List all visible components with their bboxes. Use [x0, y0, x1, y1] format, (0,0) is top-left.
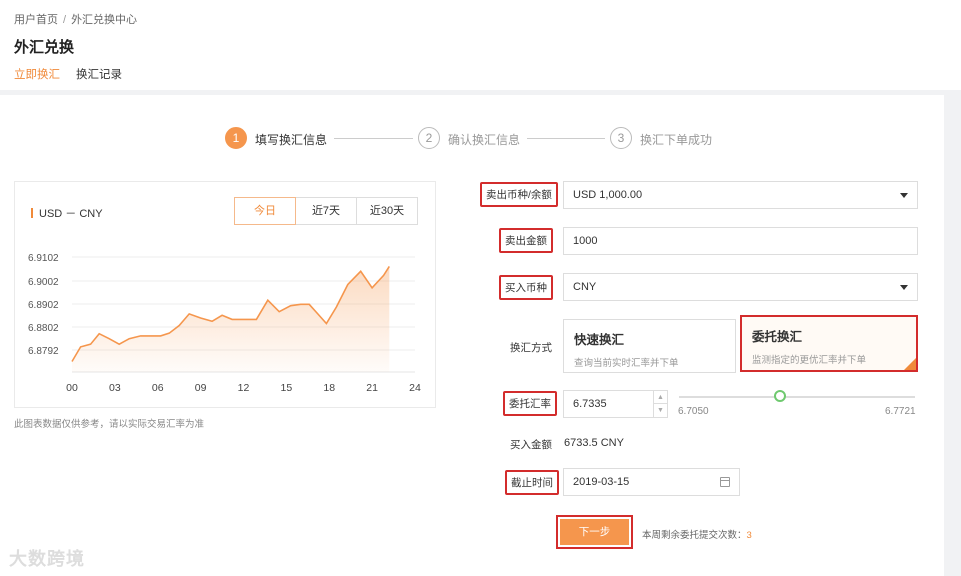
x-tick-label: 09 — [195, 382, 207, 394]
next-step-button[interactable]: 下一步 — [560, 519, 629, 545]
deadline-label: 截止时间 — [505, 470, 559, 495]
buy-currency-value: CNY — [573, 281, 597, 293]
stepper-buttons: ▲ ▼ — [653, 391, 667, 417]
x-tick-label: 21 — [366, 382, 378, 394]
chart-disclaimer: 此图表数据仅供参考，请以实际交易汇率为准 — [14, 419, 205, 430]
rate-slider-track[interactable] — [679, 396, 915, 398]
buy-currency-label: 买入币种 — [499, 275, 553, 300]
x-tick-label: 18 — [323, 382, 335, 394]
buy-currency-select[interactable]: CNY — [563, 273, 918, 301]
sell-currency-value: USD 1,000.00 — [573, 189, 643, 201]
x-tick-label: 24 — [409, 382, 421, 394]
breadcrumb-home[interactable]: 用户首页 — [14, 14, 58, 26]
step-1-label: 填写换汇信息 — [255, 133, 328, 147]
selected-corner-icon — [904, 358, 916, 370]
deadline-value: 2019-03-15 — [573, 476, 630, 488]
x-tick-label: 06 — [152, 382, 164, 394]
method-entrust-title: 委托换汇 — [752, 330, 803, 344]
x-tick-label: 00 — [66, 382, 78, 394]
buy-amount-value: 6733.5 CNY — [564, 437, 624, 449]
chevron-down-icon — [900, 193, 908, 198]
step-3-label: 换汇下单成功 — [640, 133, 713, 147]
buy-amount-label: 买入金额 — [510, 439, 552, 451]
sell-amount-input[interactable]: 1000 — [563, 227, 918, 255]
method-label: 换汇方式 — [510, 342, 552, 354]
rate-stepper[interactable]: 6.7335 ▲ ▼ — [563, 390, 668, 418]
stepper-down-icon[interactable]: ▼ — [654, 404, 667, 417]
rate-value: 6.7335 — [573, 398, 607, 410]
step-3-circle: 3 — [610, 127, 632, 149]
remaining-submissions: 本周剩余委托提交次数：3 — [642, 527, 752, 541]
x-tick-label: 12 — [238, 382, 250, 394]
method-quick-desc: 查询当前实时汇率并下单 — [574, 358, 679, 369]
sell-amount-value: 1000 — [573, 235, 598, 247]
y-tick-label: 6.9102 — [28, 253, 59, 264]
right-gutter — [944, 90, 961, 576]
y-tick-label: 6.9002 — [28, 277, 59, 288]
sell-amount-label: 卖出金额 — [499, 228, 553, 253]
method-quick-title: 快速换汇 — [574, 333, 625, 347]
rate-chart: 6.9102 6.9002 6.8902 6.8802 6.8792 00 03 06 09 12… — [28, 253, 421, 394]
calendar-icon[interactable] — [720, 477, 730, 487]
sell-currency-label: 卖出币种/余额 — [480, 182, 558, 207]
rate-chart-card: USD － CNY 今日 近7天 近30天 6.9102 6.9002 6.8902… — [14, 181, 436, 408]
step-1-circle: 1 — [225, 127, 247, 149]
breadcrumb-current: 外汇兑换中心 — [71, 14, 138, 26]
method-entrust-desc: 监测指定的更优汇率并下单 — [752, 355, 867, 366]
tab-exchange-records[interactable]: 换汇记录 — [76, 66, 122, 90]
y-tick-label: 6.8902 — [28, 300, 59, 311]
step-2-circle: 2 — [418, 127, 440, 149]
method-entrust-option[interactable]: 委托换汇 监测指定的更优汇率并下单 — [740, 315, 918, 372]
sell-currency-select[interactable]: USD 1,000.00 — [563, 181, 918, 209]
stepper-up-icon[interactable]: ▲ — [654, 391, 667, 404]
range-today-button[interactable]: 今日 — [234, 197, 296, 225]
remaining-count: 3 — [746, 530, 752, 541]
method-quick-option[interactable]: 快速换汇 查询当前实时汇率并下单 — [563, 319, 736, 373]
slider-max-label: 6.7721 — [885, 406, 916, 417]
y-tick-label: 6.8792 — [28, 346, 59, 357]
deadline-date-input[interactable]: 2019-03-15 — [563, 468, 740, 496]
slider-min-label: 6.7050 — [678, 406, 709, 417]
step-2-label: 确认换汇信息 — [448, 133, 521, 147]
watermark-logo: 大数跨境 — [9, 549, 85, 569]
step-connector — [334, 138, 413, 139]
chevron-down-icon — [900, 285, 908, 290]
next-button-highlight: 下一步 — [556, 515, 633, 549]
breadcrumb-separator: / — [63, 14, 67, 26]
page-header: 用户首页 / 外汇兑换中心 外汇兑换 立即换汇 换汇记录 — [0, 0, 961, 92]
rate-label: 委托汇率 — [503, 391, 557, 416]
step-connector — [527, 138, 605, 139]
remaining-text: 本周剩余委托提交次数： — [642, 530, 747, 541]
tab-exchange-now[interactable]: 立即换汇 — [14, 66, 60, 92]
y-tick-label: 6.8802 — [28, 323, 59, 334]
x-tick-label: 15 — [281, 382, 293, 394]
tab-bar: 立即换汇 换汇记录 — [14, 66, 122, 92]
breadcrumb: 用户首页 / 外汇兑换中心 — [14, 11, 137, 27]
x-tick-label: 03 — [109, 382, 121, 394]
page-title: 外汇兑换 — [14, 39, 75, 56]
